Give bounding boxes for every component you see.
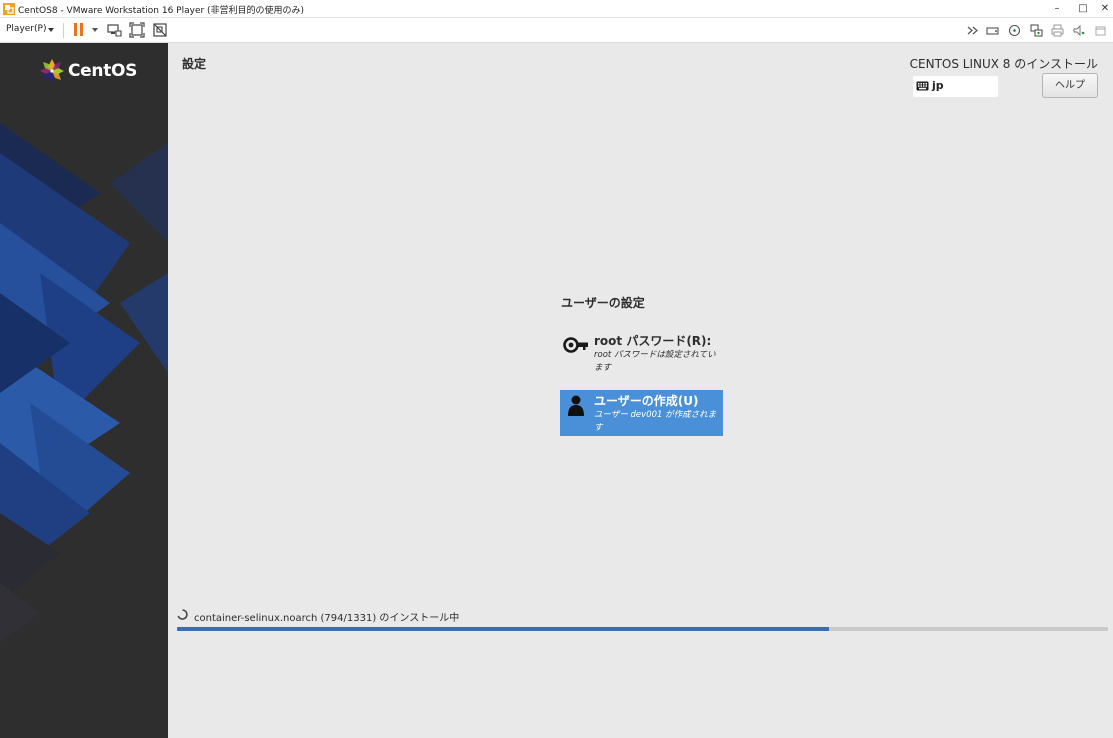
install-progress-fill — [177, 627, 829, 631]
vmware-app-icon — [3, 3, 15, 15]
forward-icon[interactable] — [967, 24, 980, 37]
installer-sidebar: CentOS — [0, 43, 168, 738]
user-creation-title: ユーザーの作成(U) — [594, 394, 699, 408]
keyboard-layout-indicator[interactable]: jp — [913, 76, 998, 97]
install-progress-bar — [177, 627, 1108, 631]
user-creation-spoke[interactable]: ユーザーの作成(U) ユーザー dev001 が作成されます — [560, 390, 723, 436]
fullscreen-icon[interactable] — [129, 22, 145, 38]
centos-logo-icon — [40, 59, 64, 83]
cd-drive-icon[interactable] — [1008, 24, 1021, 37]
maximize-button[interactable]: □ — [1072, 0, 1094, 18]
player-menu[interactable]: Player(P) — [6, 24, 46, 34]
root-password-spoke[interactable]: root パスワード(R): root パスワードは設定されています — [560, 330, 723, 376]
pause-menu-chevron-icon[interactable] — [92, 28, 98, 32]
printer-icon[interactable] — [1051, 24, 1064, 37]
toolbar-divider — [63, 23, 64, 38]
user-icon — [568, 395, 584, 416]
spinner-icon — [177, 609, 188, 620]
minimize-button[interactable]: – — [1046, 0, 1068, 18]
chevron-down-icon[interactable] — [48, 28, 54, 32]
unity-icon[interactable] — [152, 22, 168, 38]
page-title: 設定 — [182, 57, 207, 71]
network-icon[interactable] — [1030, 24, 1043, 37]
send-ctrl-alt-del-icon[interactable] — [106, 22, 122, 38]
window-titlebar[interactable]: CentOS8 - VMware Workstation 16 Player (… — [0, 0, 1113, 18]
sidebar-pattern — [0, 43, 168, 738]
install-product-title: CENTOS LINUX 8 のインストール — [909, 57, 1098, 71]
window-title: CentOS8 - VMware Workstation 16 Player (… — [18, 6, 305, 16]
close-button[interactable]: ✕ — [1094, 0, 1113, 18]
hard-disk-icon[interactable] — [986, 24, 999, 37]
removable-device-icon[interactable] — [1094, 24, 1107, 37]
key-icon — [563, 337, 588, 353]
pause-icon[interactable] — [74, 23, 84, 36]
player-toolbar: Player(P) — [0, 18, 1113, 43]
keyboard-icon — [916, 81, 929, 91]
user-creation-status: ユーザー dev001 が作成されます — [594, 410, 717, 433]
centos-brand-text: CentOS — [68, 61, 138, 81]
sound-icon[interactable] — [1073, 24, 1086, 37]
root-password-title: root パスワード(R): — [594, 334, 712, 348]
install-progress-text: container-selinux.noarch (794/1331) のインス… — [194, 613, 460, 624]
user-settings-heading: ユーザーの設定 — [561, 296, 645, 310]
vm-display[interactable]: CentOS 設定 CENTOS LINUX 8 のインストール jp ヘルプ … — [0, 43, 1113, 738]
keyboard-layout-label: jp — [932, 79, 944, 92]
root-password-status: root パスワードは設定されています — [594, 350, 716, 373]
help-button[interactable]: ヘルプ — [1042, 73, 1098, 98]
